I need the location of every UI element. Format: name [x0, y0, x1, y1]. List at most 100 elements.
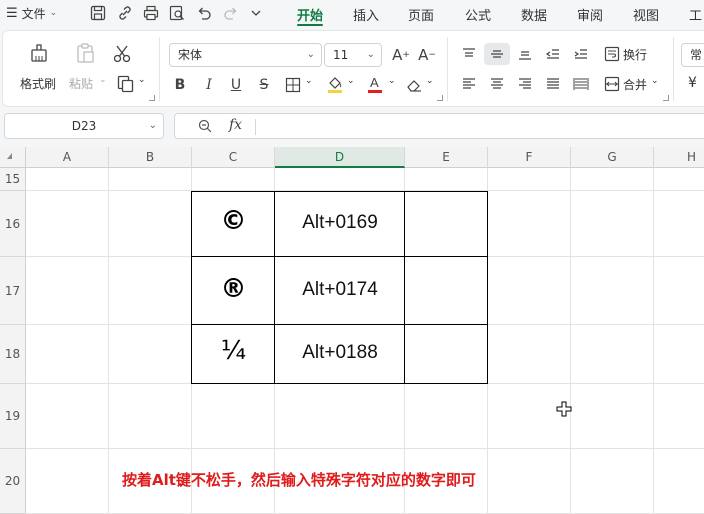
- file-menu[interactable]: ☰ 文件 ⌄: [6, 4, 57, 22]
- wrap-text-icon[interactable]: [603, 45, 621, 63]
- align-right-icon[interactable]: [515, 75, 535, 93]
- font-name-value: 宋体: [178, 48, 203, 62]
- menu-bar: ☰ 文件 ⌄ 开始 插入 页面 公式 数据 审阅 视图 工: [0, 0, 704, 27]
- align-center-icon[interactable]: [487, 75, 507, 93]
- cut-icon[interactable]: [111, 43, 133, 65]
- redo-icon[interactable]: [221, 3, 241, 23]
- fill-color-dropdown-icon[interactable]: ⌄: [347, 76, 355, 86]
- align-bottom-icon[interactable]: [515, 45, 535, 63]
- cell-d16-code[interactable]: Alt+0169: [275, 212, 405, 234]
- select-all-corner[interactable]: [0, 147, 26, 168]
- file-menu-label: 文件: [21, 6, 46, 21]
- tab-page[interactable]: 页面: [408, 5, 434, 24]
- ribbon-separator: [159, 37, 160, 101]
- italic-icon[interactable]: I: [200, 75, 218, 95]
- bold-icon[interactable]: B: [171, 75, 189, 95]
- link-icon[interactable]: [115, 3, 135, 23]
- formula-input[interactable]: fx: [174, 113, 704, 139]
- cell-c18-symbol[interactable]: ¼: [192, 336, 275, 366]
- row-header-18[interactable]: 18: [0, 325, 26, 384]
- font-color-dropdown-icon[interactable]: ⌄: [388, 76, 396, 86]
- row-header-20[interactable]: 20: [0, 449, 26, 514]
- copy-icon[interactable]: [115, 73, 137, 95]
- font-color-icon[interactable]: A: [365, 73, 385, 95]
- column-header-f[interactable]: F: [488, 147, 571, 168]
- format-painter-icon[interactable]: [27, 41, 51, 65]
- currency-icon[interactable]: ¥: [688, 75, 697, 91]
- row-header-15[interactable]: 15: [0, 168, 26, 191]
- tab-review[interactable]: 审阅: [577, 5, 603, 24]
- cell-d18-code[interactable]: Alt+0188: [275, 342, 405, 364]
- format-painter-label[interactable]: 格式刷: [20, 75, 56, 92]
- formula-bar: D23 ⌄ fx: [0, 107, 704, 147]
- undo-icon[interactable]: [194, 3, 214, 23]
- tab-view[interactable]: 视图: [633, 5, 659, 24]
- strikethrough-icon[interactable]: S: [255, 75, 273, 95]
- column-header-c[interactable]: C: [192, 147, 275, 168]
- tab-tools[interactable]: 工: [689, 5, 702, 24]
- row-header-16[interactable]: 16: [0, 191, 26, 257]
- row-header-19[interactable]: 19: [0, 384, 26, 449]
- merge-cells-icon[interactable]: [603, 75, 621, 93]
- increase-indent-icon[interactable]: [571, 45, 591, 63]
- tab-data[interactable]: 数据: [521, 5, 547, 24]
- gridline: [108, 168, 109, 514]
- copy-dropdown-icon[interactable]: ⌄: [138, 75, 146, 85]
- cell-d17-code[interactable]: Alt+0174: [275, 279, 405, 301]
- tab-insert[interactable]: 插入: [353, 5, 379, 24]
- clear-format-icon[interactable]: [404, 75, 424, 95]
- fx-icon[interactable]: fx: [229, 117, 242, 133]
- column-header-b[interactable]: B: [109, 147, 192, 168]
- cell-c17-symbol[interactable]: ®: [192, 274, 275, 304]
- decrease-font-size-icon[interactable]: A −: [417, 45, 437, 65]
- cell-reference: D23: [71, 119, 97, 133]
- paste-icon[interactable]: [73, 41, 97, 65]
- name-box[interactable]: D23 ⌄: [4, 113, 164, 139]
- align-top-icon[interactable]: [459, 45, 479, 63]
- clear-format-dropdown-icon[interactable]: ⌄: [426, 76, 434, 86]
- chevron-down-icon: ⌄: [366, 49, 375, 60]
- font-size-value: 11: [333, 48, 349, 62]
- more-quick-access-icon[interactable]: [246, 3, 266, 23]
- save-icon[interactable]: [88, 3, 108, 23]
- clipboard-dialog-launcher-icon[interactable]: [149, 95, 155, 101]
- zoom-icon[interactable]: [197, 118, 213, 137]
- column-header-h[interactable]: H: [654, 147, 704, 168]
- align-left-icon[interactable]: [459, 75, 479, 93]
- active-tab-indicator: [297, 24, 323, 26]
- print-icon[interactable]: [141, 3, 161, 23]
- underline-icon[interactable]: U: [227, 75, 245, 95]
- font-dialog-launcher-icon[interactable]: [437, 95, 443, 101]
- instruction-caption: 按着Alt键不松手，然后输入特殊字符对应的数字即可: [122, 471, 476, 489]
- symbol-table: © Alt+0169 ® Alt+0174 ¼ Alt+0188: [191, 191, 488, 384]
- print-preview-icon[interactable]: [167, 3, 187, 23]
- wrap-text-label[interactable]: 换行: [623, 46, 647, 63]
- tab-formulas[interactable]: 公式: [465, 5, 491, 24]
- align-middle-icon[interactable]: [487, 45, 507, 63]
- justify-icon[interactable]: [543, 75, 563, 93]
- tab-home[interactable]: 开始: [297, 5, 323, 24]
- merge-dropdown-icon[interactable]: ⌄: [651, 76, 659, 86]
- alignment-dialog-launcher-icon[interactable]: [663, 95, 669, 101]
- formula-separator: [255, 119, 256, 135]
- merge-cells-label[interactable]: 合并: [623, 76, 647, 93]
- spreadsheet-grid[interactable]: A B C D E F G H 15 16 17 18 19 20 © Alt+…: [0, 147, 704, 514]
- row-header-17[interactable]: 17: [0, 257, 26, 325]
- fill-color-icon[interactable]: [325, 73, 345, 95]
- svg-text:A: A: [370, 75, 379, 90]
- paste-dropdown-icon[interactable]: ⌄: [99, 75, 107, 85]
- column-header-g[interactable]: G: [571, 147, 654, 168]
- decrease-indent-icon[interactable]: [543, 45, 563, 63]
- column-header-a[interactable]: A: [26, 147, 109, 168]
- borders-icon[interactable]: [283, 75, 303, 95]
- cell-c16-symbol[interactable]: ©: [192, 206, 275, 236]
- paste-label[interactable]: 粘贴: [69, 75, 93, 92]
- number-format-select[interactable]: 常: [681, 43, 704, 67]
- column-header-e[interactable]: E: [405, 147, 488, 168]
- borders-dropdown-icon[interactable]: ⌄: [305, 76, 313, 86]
- font-size-select[interactable]: 11 ⌄: [324, 43, 382, 67]
- increase-font-size-icon[interactable]: A +: [391, 45, 411, 65]
- column-header-d[interactable]: D: [275, 147, 405, 168]
- distributed-align-icon[interactable]: [571, 75, 591, 93]
- font-name-select[interactable]: 宋体 ⌄: [169, 43, 322, 67]
